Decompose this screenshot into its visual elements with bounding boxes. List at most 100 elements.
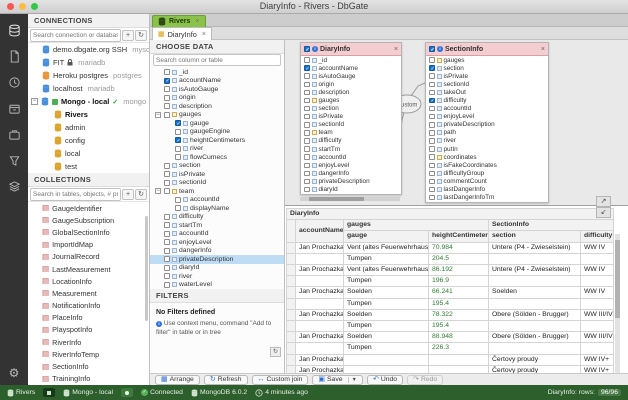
cell-heightcentimeters[interactable] [428,353,489,366]
card-field-row[interactable]: gauges [426,56,548,64]
card-field-row[interactable]: origin [301,80,401,88]
database-item[interactable]: Rivers [28,108,149,121]
field-checkbox[interactable] [429,105,435,112]
field-checkbox[interactable] [429,162,435,169]
refresh-button[interactable]: ↻ Refresh [203,374,248,385]
card-field-row[interactable]: path [426,129,548,137]
field-checkbox[interactable] [164,171,170,178]
card-field-row[interactable]: lastDangerInfo [426,186,548,194]
field-checkbox[interactable] [164,239,170,246]
card-field-row[interactable]: dangerInfo [301,169,401,177]
card-field-row[interactable]: gauges [301,96,401,104]
collection-item[interactable]: ▤ RiverInfoTemp [28,348,149,360]
card-field-row[interactable]: isFakeCoordinates [426,161,548,169]
field-checkbox[interactable] [164,94,170,101]
cell-gauge[interactable]: Tumpen [343,342,429,355]
field-checkbox[interactable] [304,154,310,160]
connection-item[interactable]: − Mongo - local ✓ mongo [28,95,149,108]
expand-up-button[interactable]: ↗ [596,196,611,207]
collection-item[interactable]: ▤ GlobalSectionInfo [28,226,149,238]
card-field-row[interactable]: section [426,64,548,72]
field-checkbox[interactable] [164,230,170,237]
cell-difficulty[interactable]: WW IV [580,241,614,254]
field-checkbox[interactable] [164,273,170,280]
table-checkbox[interactable] [429,46,435,53]
card-field-row[interactable]: commentCount [426,177,548,185]
close-card-icon[interactable]: × [541,46,545,53]
column-header-gauge[interactable]: gauge [343,230,429,243]
cell-section[interactable]: Čertovy proudy [488,364,581,373]
cell-section[interactable] [488,297,581,310]
field-checkbox[interactable] [164,222,170,229]
field-checkbox[interactable] [429,113,435,120]
cell-accountname[interactable]: Jan Prochazka [295,364,344,373]
cell-heightcentimeters[interactable]: 70.984 [428,241,489,254]
database-item[interactable]: test [28,160,149,173]
cell-accountname[interactable] [295,297,344,310]
tree-field-row[interactable]: _id [150,68,284,77]
field-checkbox[interactable] [429,57,435,63]
column-header-accountname[interactable]: accountName [295,219,344,243]
tree-field-row[interactable]: gaugeEngine [150,128,284,137]
cell-difficulty[interactable] [580,342,614,355]
field-checkbox[interactable] [304,105,310,112]
field-checkbox[interactable] [304,130,310,136]
card-field-row[interactable]: accountId [301,153,401,161]
connections-search-input[interactable] [30,28,121,42]
field-checkbox[interactable] [164,188,170,195]
collection-item[interactable]: ▤ JournalRecord [28,251,149,263]
cell-difficulty[interactable]: WW III/IV [580,331,614,344]
grid-vertical-scrollbar[interactable] [615,234,620,373]
cell-difficulty[interactable]: WW IV [580,264,614,277]
card-field-row[interactable]: coordinates [426,153,548,161]
field-checkbox[interactable] [164,264,170,271]
tab-diaryinfo[interactable]: ▦ DiaryInfo × [152,27,212,40]
collection-item[interactable]: ▤ LocationInfo [28,275,149,287]
field-checkbox[interactable] [164,162,170,169]
cell-heightcentimeters[interactable]: 66.241 [428,286,489,299]
cell-gauge[interactable]: Soelden [343,286,429,299]
cell-heightcentimeters[interactable]: 195.4 [428,320,489,333]
cell-heightcentimeters[interactable] [428,364,489,373]
collection-item[interactable]: ▤ ImportIdMap [28,239,149,251]
card-field-row[interactable]: difficultyGroup [426,169,548,177]
collection-item[interactable]: ▤ PlaceInfo [28,312,149,324]
cell-gauge[interactable]: Tumpen [343,320,429,333]
card-field-row[interactable]: enjoyLevel [426,113,548,121]
tree-field-row[interactable]: river [150,272,284,281]
collection-item[interactable]: ▤ TrainingInfo [28,373,149,385]
tree-field-row[interactable]: flowCumecs [150,153,284,162]
field-checkbox[interactable] [304,122,310,128]
tree-field-row[interactable]: section [150,162,284,171]
tree-field-row[interactable]: gauge [150,119,284,128]
row-handle[interactable] [286,308,296,322]
collection-item[interactable]: ▤ RiverInfo [28,336,149,348]
tree-field-row[interactable]: − gauges [150,111,284,120]
field-checkbox[interactable] [429,130,435,136]
collection-item[interactable]: ▤ LastMeasurement [28,263,149,275]
cell-heightcentimeters[interactable]: 196.9 [428,275,489,288]
tree-field-row[interactable]: origin [150,94,284,103]
tree-field-row[interactable]: accountId [150,196,284,205]
field-checkbox[interactable] [175,120,181,127]
file-nav-icon[interactable] [7,49,21,63]
connection-item[interactable]: Heroku postgres postgres [28,69,149,82]
card-field-row[interactable]: accountId [426,105,548,113]
cell-section[interactable] [488,275,581,288]
field-checkbox[interactable] [429,170,435,177]
field-checkbox[interactable] [304,138,310,144]
field-checkbox[interactable] [429,194,435,201]
collection-item[interactable]: ▤ GaugeIdentifier [28,202,149,214]
add-collection-button[interactable]: + [122,188,134,200]
filter-nav-icon[interactable] [7,153,21,167]
table-card-sectioninfo[interactable]: i SectionInfo × gaugessectionisPrivatese… [425,42,549,203]
history-nav-icon[interactable] [7,75,21,89]
cell-gauge[interactable]: Vent (altes Feuerwehrhaus) [343,241,429,254]
card-field-row[interactable]: difficulty [301,137,401,145]
row-handle[interactable] [286,353,296,366]
cell-accountname[interactable] [295,275,344,288]
field-checkbox[interactable] [164,281,170,288]
custom-join-button[interactable]: ↔ Custom join [251,374,309,385]
tree-field-row[interactable]: privateDescription [150,255,284,264]
card-field-row[interactable]: startTm [301,145,401,153]
